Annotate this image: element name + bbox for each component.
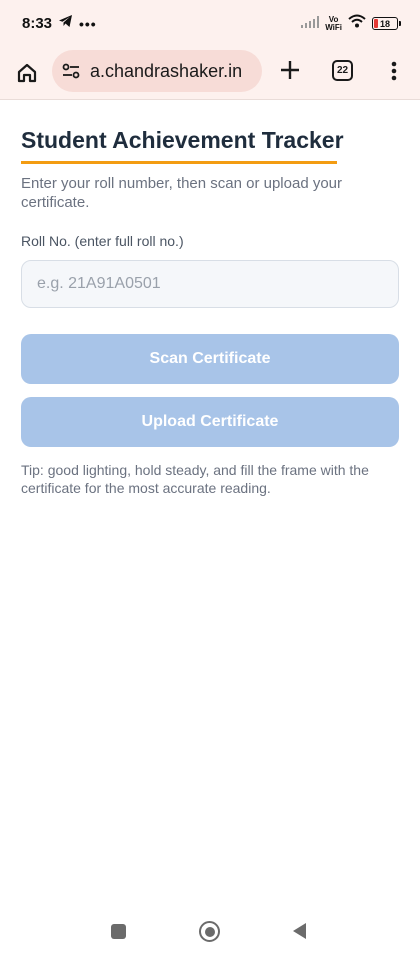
roll-number-input[interactable] [21, 260, 399, 308]
status-time: 8:33 [22, 15, 53, 32]
recent-apps-icon[interactable] [111, 924, 126, 939]
system-nav-bar [0, 910, 420, 957]
url-text[interactable]: a.chandrashaker.in [90, 61, 242, 82]
signal-icon [301, 15, 320, 33]
roll-number-label: Roll No. (enter full roll no.) [21, 233, 184, 249]
tabs-button[interactable]: 22 [332, 60, 353, 81]
battery-icon: 18 [372, 17, 401, 30]
more-menu-icon [391, 61, 397, 81]
tab-count: 22 [336, 65, 349, 76]
home-circle-icon[interactable] [199, 921, 220, 942]
telegram-icon [58, 14, 73, 33]
status-left-icons: ••• [58, 14, 97, 33]
scan-certificate-button[interactable]: Scan Certificate [21, 334, 399, 384]
page-content: Student Achievement Tracker Enter your r… [21, 100, 399, 497]
status-bar: 8:33 ••• Vo WiFi 18 [0, 0, 420, 48]
new-tab-icon [281, 61, 299, 79]
battery-level: 18 [379, 18, 390, 29]
wifi-icon [348, 14, 366, 33]
home-icon [17, 63, 37, 83]
tip-text: Tip: good lighting, hold steady, and fil… [21, 462, 369, 496]
battery-fill [374, 19, 378, 28]
home-button[interactable] [12, 58, 42, 88]
address-bar[interactable]: a.chandrashaker.in [52, 50, 262, 92]
overflow-notifications: ••• [79, 15, 97, 32]
home-circle-inner [204, 926, 215, 937]
upload-certificate-button[interactable]: Upload Certificate [21, 397, 399, 447]
more-menu-button[interactable] [384, 56, 404, 86]
intro-text: Enter your roll number, then scan or upl… [21, 175, 343, 211]
new-tab-button[interactable] [276, 56, 304, 84]
status-right-icons: Vo WiFi 18 [301, 14, 401, 33]
site-settings-icon[interactable] [60, 60, 82, 82]
vowifi-line2: WiFi [325, 22, 342, 32]
back-icon[interactable] [293, 923, 306, 939]
vowifi-indicator: Vo WiFi [325, 15, 342, 32]
page-title: Student Achievement Tracker [21, 127, 344, 164]
browser-toolbar: a.chandrashaker.in 22 [0, 48, 420, 100]
